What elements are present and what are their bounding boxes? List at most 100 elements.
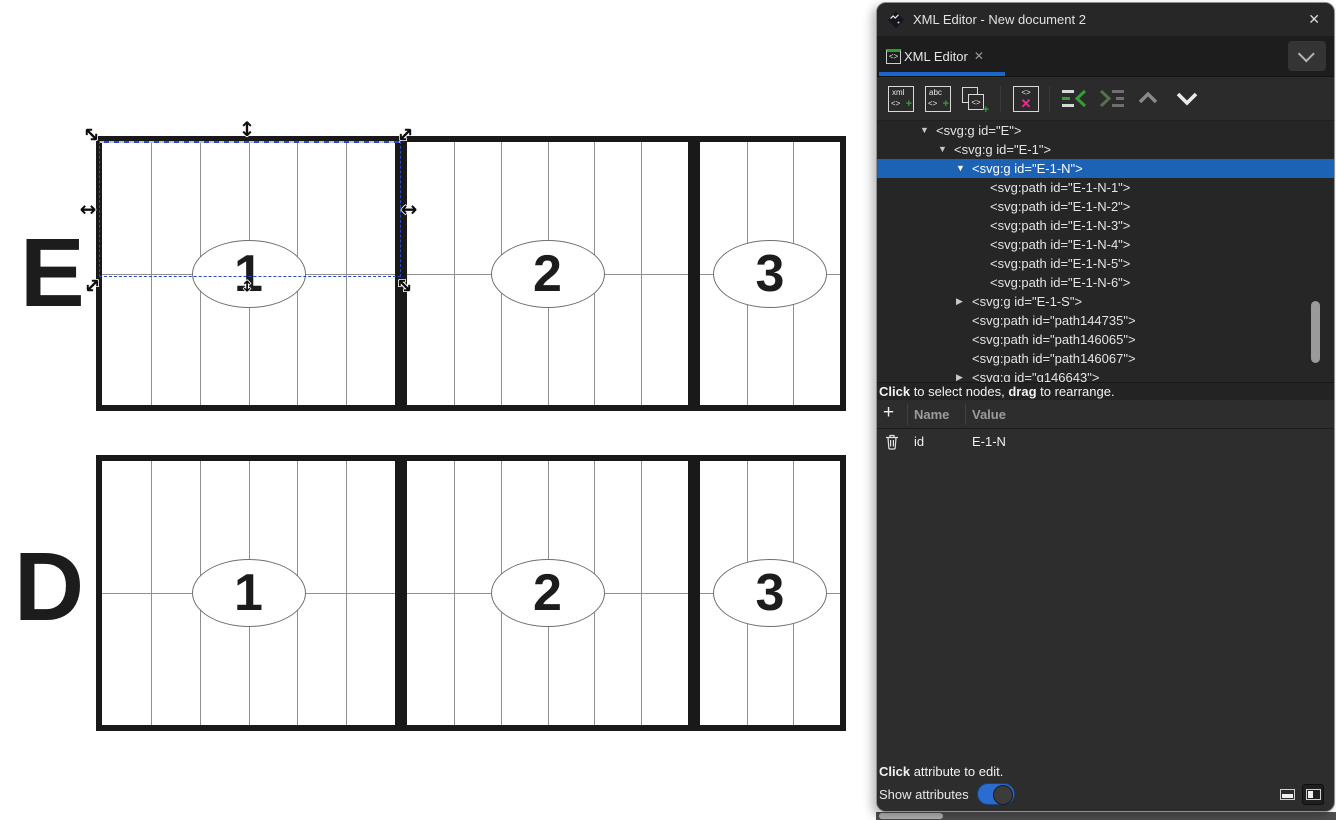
unindent-node-button[interactable] xyxy=(1060,85,1088,113)
chevron-up-icon xyxy=(1135,85,1161,111)
chevron-down-icon xyxy=(1298,45,1315,62)
block-number-ellipse: 2 xyxy=(491,240,605,308)
new-element-node-button[interactable]: xml <> + xyxy=(887,85,915,113)
row-label: E xyxy=(20,224,83,321)
xml-tree[interactable]: ▼<svg:g id="E">▼<svg:g id="E-1">▼<svg:g … xyxy=(877,121,1334,382)
scale-handle-w-icon[interactable]: ↔ xyxy=(80,199,97,219)
node-text: <svg:path id="E-1-N-3"> xyxy=(990,216,1130,235)
scale-handle-s-icon[interactable]: ↕ xyxy=(241,280,254,295)
show-attributes-toggle[interactable] xyxy=(977,783,1015,805)
tab-list-dropdown-button[interactable] xyxy=(1288,41,1326,71)
plus-icon: + xyxy=(883,402,894,423)
new-text-node-icon: abc <> + xyxy=(925,86,951,112)
unindent-node-icon xyxy=(1060,87,1087,111)
canvas-hscrollbar[interactable] xyxy=(879,813,943,819)
block-number: 2 xyxy=(533,248,562,300)
node-text: <svg:g id="g146643"> xyxy=(972,368,1099,382)
inkscape-logo-icon xyxy=(887,11,905,29)
scale-handle-n-icon[interactable]: ↕ xyxy=(239,119,256,139)
tree-scrollbar-thumb[interactable] xyxy=(1311,301,1320,363)
tab-label: XML Editor xyxy=(904,49,968,64)
chevron-down-icon xyxy=(1173,85,1201,111)
move-node-down-button[interactable] xyxy=(1173,85,1201,113)
tree-row[interactable]: <svg:path id="E-1-N-3"> xyxy=(877,216,1334,235)
tree-row[interactable]: ▼<svg:g id="E-1-N"> xyxy=(877,159,1334,178)
tree-row[interactable]: ▶<svg:g id="E-1-S"> xyxy=(877,292,1334,311)
expander-open-icon[interactable]: ▼ xyxy=(956,159,972,178)
parking-block[interactable]: 2 xyxy=(401,136,694,411)
add-attribute-button[interactable]: + xyxy=(883,402,894,424)
row-label: D xyxy=(14,538,82,635)
dialog-close-button[interactable]: ✕ xyxy=(1304,9,1324,30)
tree-row[interactable]: ▼<svg:g id="E"> xyxy=(877,121,1334,140)
expander-open-icon[interactable]: ▼ xyxy=(938,140,954,159)
node-text: <svg:path id="E-1-N-1"> xyxy=(990,178,1130,197)
block-number: 3 xyxy=(756,248,785,300)
expander-closed-icon[interactable]: ▶ xyxy=(956,292,972,311)
xml-editor-dialog: XML Editor - New document 2 ✕ <> XML Edi… xyxy=(876,2,1335,812)
scale-handle-e-icon[interactable]: ↔ xyxy=(401,199,418,219)
block-number-ellipse: 2 xyxy=(491,559,605,627)
active-tab-underline xyxy=(879,72,1005,76)
layout-vertical-button[interactable] xyxy=(1302,784,1324,805)
close-icon: ✕ xyxy=(1308,11,1320,27)
tree-row[interactable]: <svg:path id="E-1-N-4"> xyxy=(877,235,1334,254)
horizontal-split-icon xyxy=(1280,789,1295,800)
layout-horizontal-button[interactable] xyxy=(1276,784,1298,805)
tree-row[interactable]: <svg:path id="E-1-N-2"> xyxy=(877,197,1334,216)
indent-node-icon xyxy=(1099,87,1126,111)
tree-row[interactable]: <svg:path id="path144735"> xyxy=(877,311,1334,330)
parking-block[interactable]: 3 xyxy=(694,455,846,731)
block-number-ellipse: 3 xyxy=(713,240,827,308)
tree-row[interactable]: <svg:path id="E-1-N-1"> xyxy=(877,178,1334,197)
node-text: <svg:path id="E-1-N-5"> xyxy=(990,254,1130,273)
column-separator xyxy=(907,404,908,425)
tree-hint: Click to select nodes, drag to rearrange… xyxy=(877,382,1334,400)
duplicate-node-button[interactable]: <> + xyxy=(959,85,987,113)
tree-row[interactable]: <svg:path id="path146065"> xyxy=(877,330,1334,349)
dialog-titlebar[interactable]: XML Editor - New document 2 ✕ xyxy=(877,3,1334,36)
block-number: 2 xyxy=(533,567,562,619)
attr-name[interactable]: id xyxy=(914,434,924,449)
node-text: <svg:path id="E-1-N-6"> xyxy=(990,273,1130,292)
vertical-split-icon xyxy=(1306,789,1321,800)
node-text: <svg:path id="path146067"> xyxy=(972,349,1136,368)
toolbar-separator xyxy=(1049,86,1050,112)
delete-node-icon: <> ✕ xyxy=(1013,86,1039,112)
toggle-knob xyxy=(993,785,1013,805)
xml-tag-icon: <> xyxy=(886,49,901,64)
node-text: <svg:path id="E-1-N-2"> xyxy=(990,197,1130,216)
tree-row[interactable]: <svg:path id="path146067"> xyxy=(877,349,1334,368)
parking-block[interactable]: 3 xyxy=(694,136,846,411)
move-node-up-button[interactable] xyxy=(1135,85,1163,113)
expander-open-icon[interactable]: ▼ xyxy=(920,121,936,140)
new-text-node-button[interactable]: abc <> + xyxy=(924,85,952,113)
tab-bar: <> XML Editor ✕ xyxy=(877,36,1334,77)
parking-block[interactable]: 1 xyxy=(96,136,401,411)
attribute-row[interactable]: id E-1-N xyxy=(877,429,1334,455)
attr-value-header: Value xyxy=(972,407,1006,422)
tree-row[interactable]: <svg:path id="E-1-N-5"> xyxy=(877,254,1334,273)
block-number-ellipse: 3 xyxy=(713,559,827,627)
delete-node-button[interactable]: <> ✕ xyxy=(1012,85,1040,113)
parking-block[interactable]: 1 xyxy=(96,455,401,731)
trash-icon[interactable] xyxy=(885,434,899,450)
window-background-strip xyxy=(876,812,1336,820)
attributes-header: + Name Value xyxy=(877,400,1334,429)
expander-closed-icon[interactable]: ▶ xyxy=(956,368,972,382)
tree-row[interactable]: <svg:path id="E-1-N-6"> xyxy=(877,273,1334,292)
attr-value[interactable]: E-1-N xyxy=(972,434,1006,449)
node-text: <svg:g id="E-1"> xyxy=(954,140,1051,159)
tab-close-icon[interactable]: ✕ xyxy=(974,49,984,63)
tree-row[interactable]: ▼<svg:g id="E-1"> xyxy=(877,140,1334,159)
parking-block[interactable]: 2 xyxy=(401,455,694,731)
indent-node-button[interactable] xyxy=(1099,85,1127,113)
node-text: <svg:g id="E-1-N"> xyxy=(972,159,1083,178)
tree-row[interactable]: ▶<svg:g id="g146643"> xyxy=(877,368,1334,382)
attributes-panel: + Name Value id E-1-N Click attribute to… xyxy=(877,400,1334,811)
node-text: <svg:g id="E"> xyxy=(936,121,1021,140)
column-separator xyxy=(965,404,966,425)
tab-xml-editor[interactable]: <> XML Editor ✕ xyxy=(879,36,1005,76)
inkscape-screen: ↔↕↔↔↔↔↕↔ E123D123 XML Editor - New docum… xyxy=(0,0,1336,820)
node-text: <svg:path id="path144735"> xyxy=(972,311,1136,330)
